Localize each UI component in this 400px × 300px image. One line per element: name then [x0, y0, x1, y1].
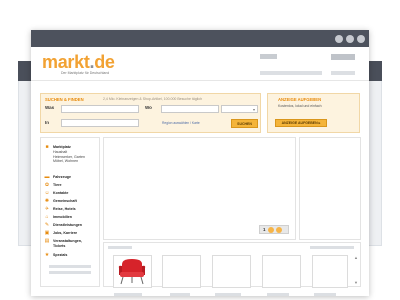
marketplace-icon: ■: [45, 144, 49, 150]
category-sidebar: ■ Marktplatz Haushalt Heimwerker, Garten…: [40, 137, 100, 287]
wo-input[interactable]: [161, 105, 219, 113]
listing-thumbnail[interactable]: [162, 255, 201, 288]
browser-window: markt.de Der Marktplatz für Deutschland …: [31, 30, 369, 296]
was-label: Was: [45, 105, 55, 110]
screen: markt.de Der Marktplatz für Deutschland …: [0, 0, 400, 300]
post-ad-title: ANZEIGE AUFGEBEN: [278, 97, 322, 102]
pager-dot[interactable]: [275, 226, 282, 233]
strip-heading-placeholder: [108, 246, 132, 249]
wo-label: Wo: [145, 105, 152, 110]
community-icon: ✺: [44, 198, 50, 204]
header-nav-placeholder: [331, 71, 355, 75]
post-ad-button[interactable]: ANZEIGE AUFGEBEN ▸: [275, 119, 327, 127]
window-close-button[interactable]: [357, 35, 365, 43]
listing-caption-placeholder: [170, 293, 190, 296]
in-label: In: [45, 120, 49, 125]
listing-thumbnail[interactable]: [212, 255, 251, 288]
radius-select[interactable]: ▾: [221, 105, 258, 113]
star-icon: ★: [44, 252, 50, 258]
listing-thumbnail[interactable]: [312, 255, 348, 288]
post-ad-panel: ANZEIGE AUFGEBEN Kostenlos, lokal und ei…: [267, 93, 360, 133]
listing-strip: ▲ ▼: [103, 242, 361, 288]
right-band: [368, 61, 382, 81]
listing-caption-placeholder: [267, 293, 289, 296]
travel-icon: ✈: [44, 206, 50, 212]
sidebar-placeholder-line: [49, 265, 91, 268]
category-marktplatz-subitems[interactable]: Haushalt Heimwerker, Garten Möbel, Wohne…: [53, 150, 85, 164]
search-panel: SUCHEN & FINDEN 2,4 Mio. Kleinanzeigen &…: [40, 93, 261, 133]
house-icon: ⌂: [45, 214, 49, 220]
car-icon: ▬: [44, 174, 50, 180]
strip-link-placeholder[interactable]: [310, 246, 354, 249]
in-select[interactable]: [61, 119, 139, 127]
site-header: markt.de Der Marktplatz für Deutschland: [31, 47, 369, 81]
strip-scroll-down-icon[interactable]: ▼: [354, 281, 358, 285]
search-subtitle: 2,4 Mio. Kleinanzeigen & Shop-Artikel, 1…: [103, 97, 203, 101]
red-chair-image: [114, 256, 151, 287]
left-band: [18, 61, 32, 81]
paw-icon: ✿: [44, 182, 50, 188]
search-button[interactable]: SUCHEN: [231, 119, 258, 128]
window-minimize-button[interactable]: [335, 35, 343, 43]
header-nav-placeholder: [260, 71, 322, 75]
header-login-placeholder[interactable]: [331, 54, 355, 60]
header-link-placeholder[interactable]: [260, 54, 277, 59]
listing-thumbnail-chair[interactable]: [113, 255, 152, 288]
site-logo[interactable]: markt.de: [42, 53, 115, 71]
window-maximize-button[interactable]: [346, 35, 354, 43]
page-content: markt.de Der Marktplatz für Deutschland …: [31, 47, 369, 296]
search-title: SUCHEN & FINDEN: [45, 97, 84, 102]
region-link[interactable]: Region auswählen / Karte: [162, 121, 200, 125]
chevron-down-icon: ▾: [252, 107, 255, 112]
contacts-icon: ☺: [44, 190, 50, 196]
post-ad-subtitle: Kostenlos, lokal und einfach: [278, 104, 322, 108]
strip-scroll-up-icon[interactable]: ▲: [354, 256, 358, 260]
banner-pager[interactable]: 1: [259, 225, 289, 234]
window-titlebar: [31, 30, 369, 47]
site-tagline: Der Marktplatz für Deutschland: [61, 71, 110, 75]
listing-thumbnail[interactable]: [262, 255, 301, 288]
listing-caption-placeholder: [114, 293, 142, 296]
right-promo-box: [299, 137, 361, 240]
ticket-icon: ▤: [44, 238, 50, 244]
pager-dot[interactable]: [267, 226, 274, 233]
services-icon: ✎: [44, 222, 50, 228]
sidebar-placeholder-line: [49, 271, 91, 274]
featured-banner[interactable]: 1: [103, 137, 296, 240]
listing-caption-placeholder: [215, 293, 241, 296]
was-input[interactable]: [61, 105, 139, 113]
listing-caption-placeholder: [314, 293, 336, 296]
briefcase-icon: ▣: [44, 230, 50, 236]
